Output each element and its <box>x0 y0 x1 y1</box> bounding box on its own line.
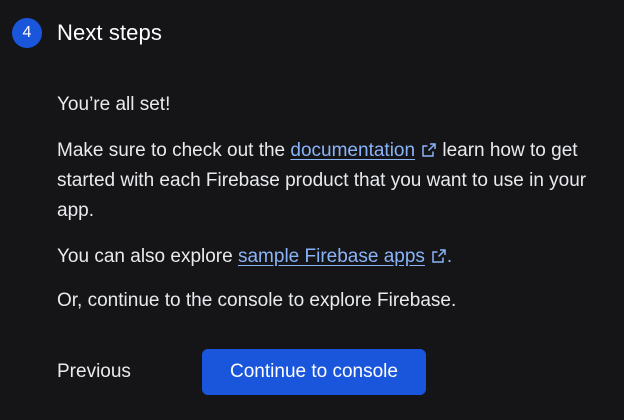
docs-prefix-text: Make sure to check out the <box>57 140 291 161</box>
sample-apps-link-label: sample Firebase apps <box>237 246 425 267</box>
step-actions: Previous Continue to console <box>57 349 426 395</box>
previous-button[interactable]: Previous <box>57 361 202 383</box>
console-text: Or, continue to the console to explore F… <box>57 290 457 311</box>
step-header: 4 Next steps <box>12 18 162 48</box>
documentation-link[interactable]: documentation <box>290 140 415 161</box>
open-in-new-icon[interactable] <box>421 142 437 158</box>
continue-to-console-button[interactable]: Continue to console <box>202 349 426 395</box>
explore-suffix-text: . <box>446 246 453 267</box>
step-title: Next steps <box>57 20 162 45</box>
next-steps-panel: 4 Next steps You’re all set! Make sure t… <box>0 0 624 420</box>
open-in-new-icon[interactable] <box>431 248 447 264</box>
documentation-paragraph: Make sure to check out the documentation… <box>57 136 587 226</box>
all-set-text: You’re all set! <box>57 94 171 115</box>
explore-prefix-text: You can also explore <box>57 246 238 267</box>
sample-apps-link[interactable]: sample Firebase apps <box>238 246 425 267</box>
documentation-link-label: documentation <box>290 140 416 161</box>
explore-paragraph: You can also explore sample Firebase app… <box>57 242 597 272</box>
step-number-badge: 4 <box>12 18 42 48</box>
step-content: You’re all set! Make sure to check out t… <box>57 90 597 316</box>
